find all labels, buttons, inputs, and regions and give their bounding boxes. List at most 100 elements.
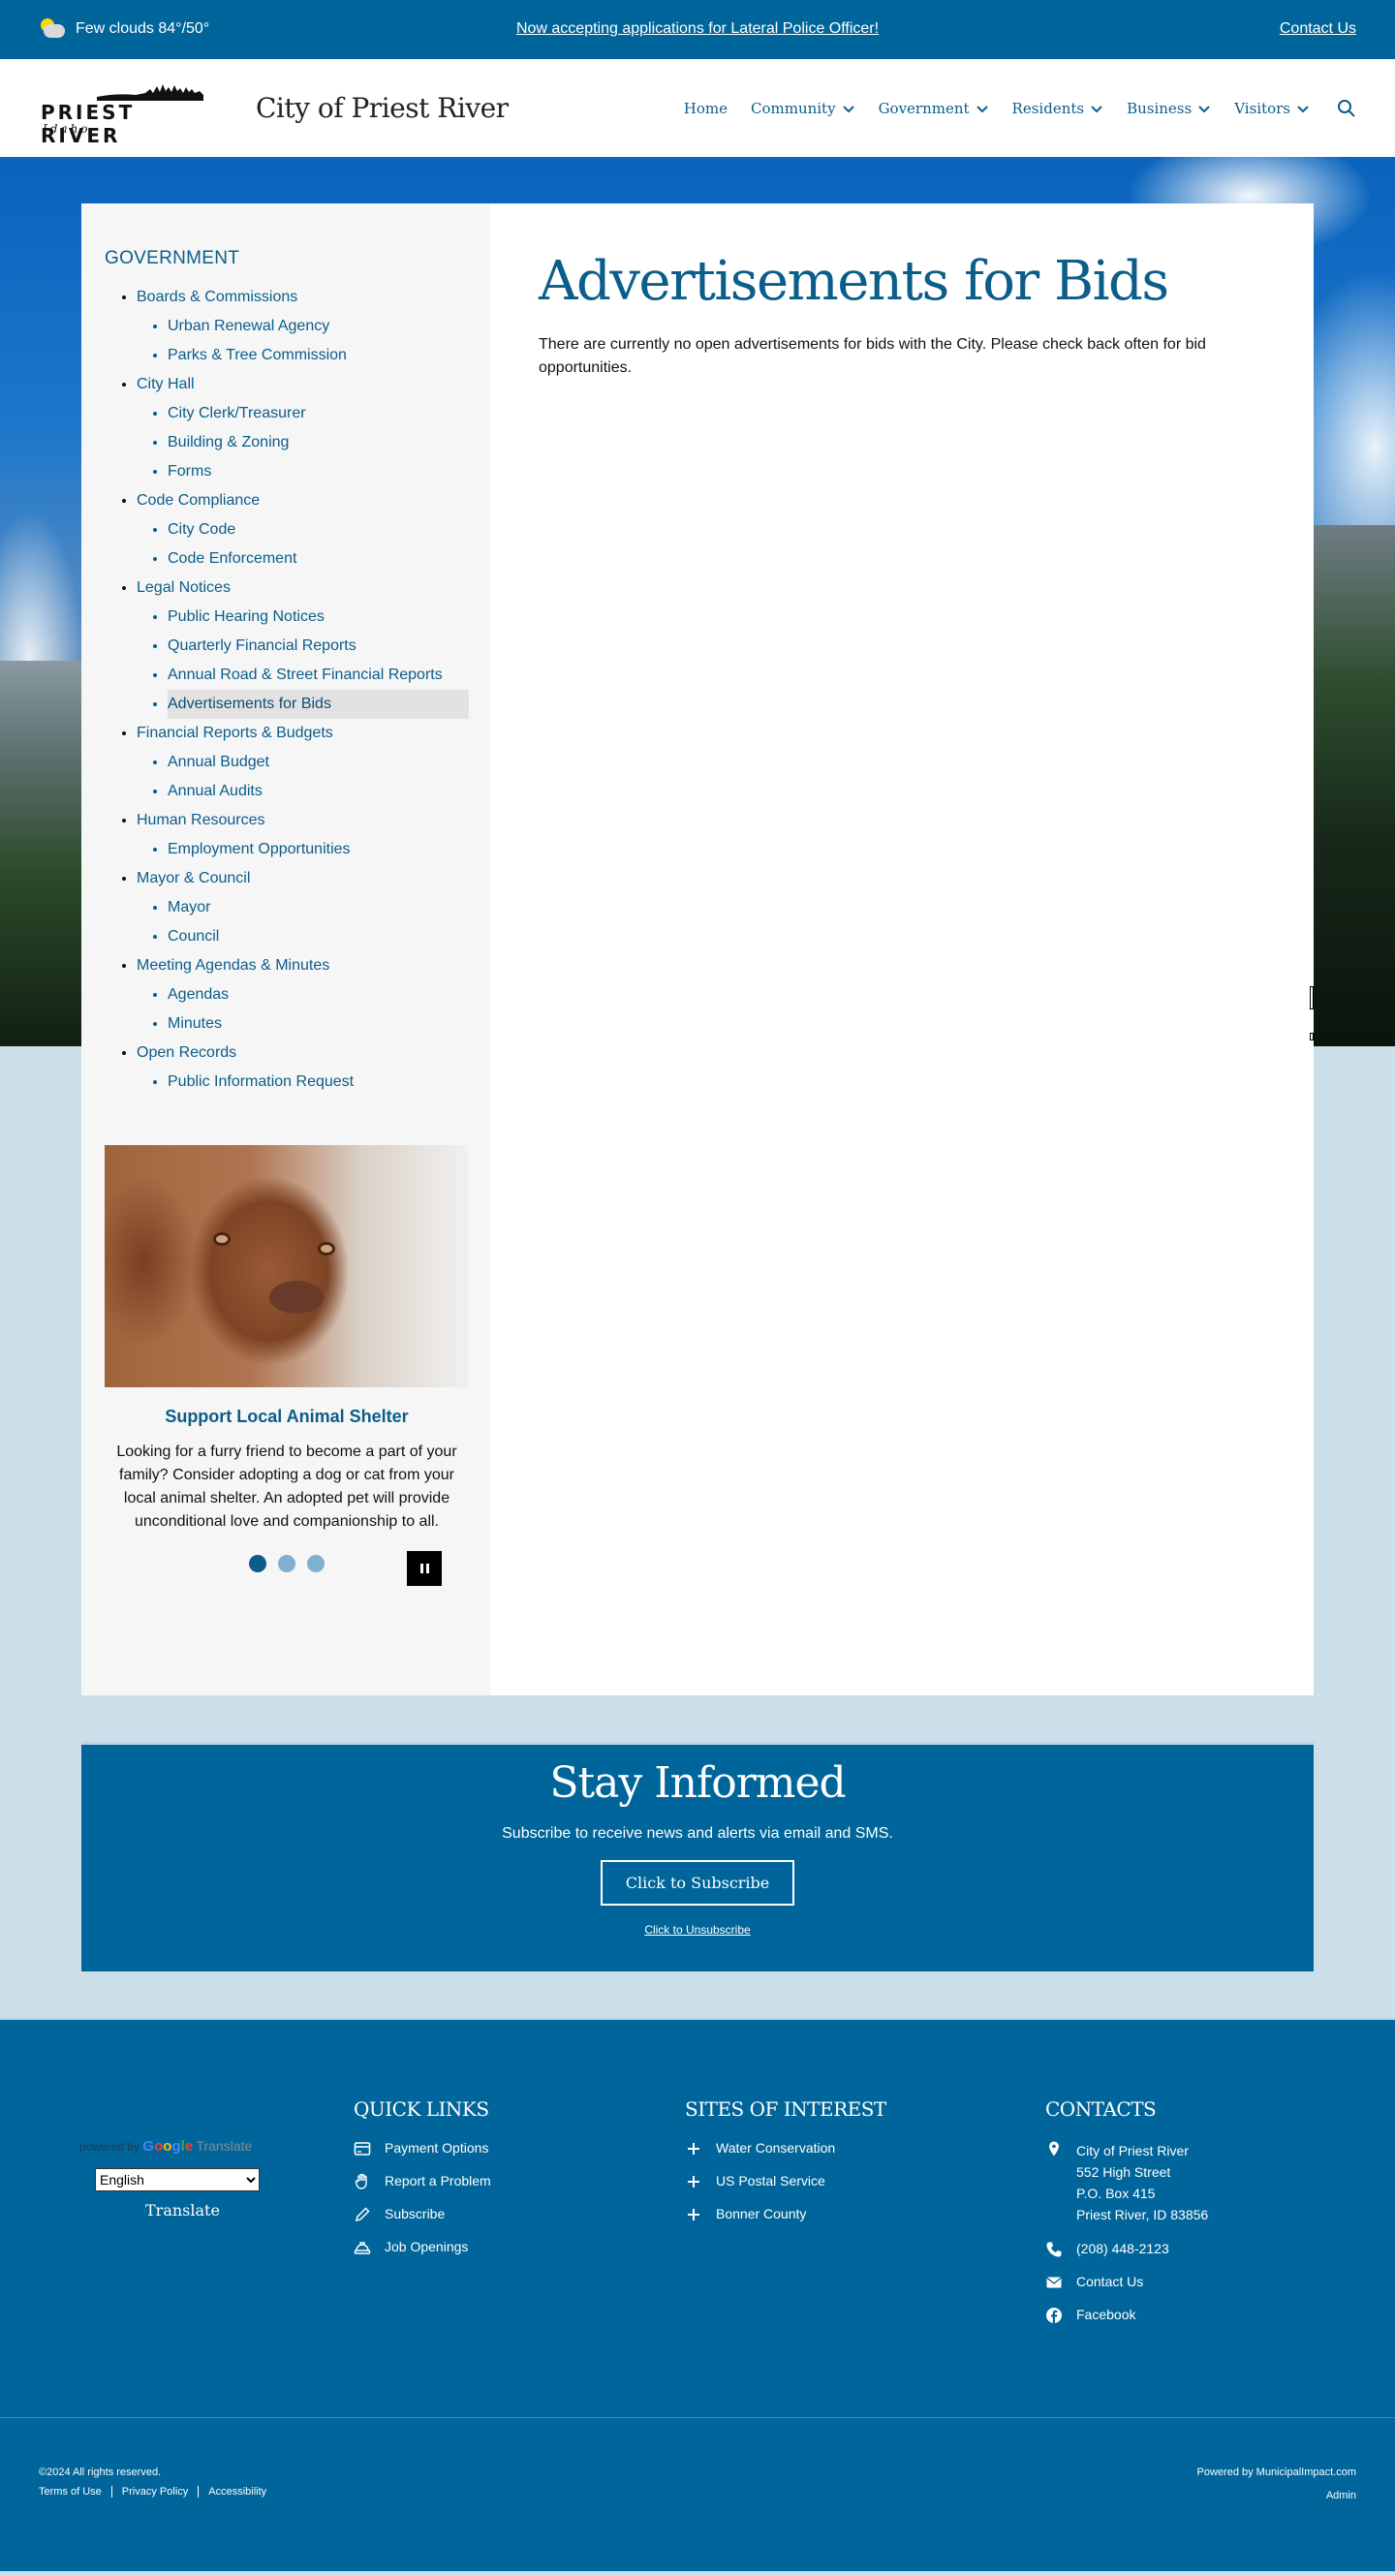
sidebar-title: GOVERNMENT bbox=[105, 248, 240, 268]
sidebar-sublink[interactable]: Annual Budget bbox=[168, 748, 469, 777]
stay-informed-section: Stay Informed Subscribe to receive news … bbox=[81, 1742, 1314, 1971]
nav-government[interactable]: Government bbox=[879, 100, 989, 117]
phone-icon bbox=[1046, 2242, 1062, 2257]
quick-link-report[interactable]: Report a Problem bbox=[354, 2173, 685, 2190]
sidebar-link[interactable]: Open Records bbox=[137, 1044, 236, 1061]
sidebar-link[interactable]: Code Compliance bbox=[137, 492, 260, 509]
nav-label: Community bbox=[750, 99, 836, 117]
sidebar-sublink[interactable]: Parks & Tree Commission bbox=[168, 341, 469, 370]
sidebar-sublink[interactable]: Code Enforcement bbox=[168, 544, 469, 574]
quick-link-payment[interactable]: Payment Options bbox=[354, 2140, 685, 2157]
sidebar-link[interactable]: Legal Notices bbox=[137, 579, 231, 596]
sidebar-link[interactable]: Boards & Commissions bbox=[137, 289, 297, 305]
link-label: Job Openings bbox=[385, 2239, 469, 2254]
sidebar-link[interactable]: Human Resources bbox=[137, 812, 265, 828]
sidebar-sublink[interactable]: Public Hearing Notices bbox=[168, 603, 469, 632]
sidebar-sublink[interactable]: Agendas bbox=[168, 980, 469, 1009]
sidebar-sublist: Employment Opportunities bbox=[137, 835, 469, 864]
promo-title[interactable]: Support Local Animal Shelter bbox=[105, 1407, 469, 1427]
sidebar-sublink[interactable]: Council bbox=[168, 922, 469, 951]
carousel-dot[interactable] bbox=[307, 1555, 325, 1572]
quick-links-title: QUICK LINKS bbox=[354, 2097, 489, 2121]
accessibility-link[interactable]: Accessibility bbox=[198, 2486, 276, 2498]
contact-us-link[interactable]: Contact Us bbox=[1280, 20, 1356, 38]
nav-business[interactable]: Business bbox=[1127, 100, 1211, 117]
pause-button[interactable] bbox=[407, 1551, 442, 1586]
terms-link[interactable]: Terms of Use bbox=[39, 2486, 111, 2498]
contact-email[interactable]: Contact Us bbox=[1045, 2274, 1356, 2291]
sidebar-sublink[interactable]: City Code bbox=[168, 515, 469, 544]
sidebar-sublink[interactable]: Minutes bbox=[168, 1009, 469, 1039]
carousel-dot[interactable] bbox=[278, 1555, 295, 1572]
chevron-down-icon bbox=[842, 105, 854, 112]
facebook-icon bbox=[1046, 2308, 1062, 2323]
search-icon[interactable] bbox=[1337, 99, 1356, 118]
translate-button[interactable]: Translate bbox=[145, 2201, 354, 2219]
nav-visitors[interactable]: Visitors bbox=[1234, 100, 1310, 117]
sidebar-section: Boards & Commissions Urban Renewal Agency… bbox=[137, 283, 469, 370]
carousel-dots bbox=[249, 1555, 325, 1572]
site-link-water-conservation[interactable]: Water Conservation bbox=[685, 2140, 1045, 2157]
contacts-title: CONTACTS bbox=[1045, 2097, 1157, 2121]
sidebar-sublink[interactable]: Quarterly Financial Reports bbox=[168, 632, 469, 661]
link-label: Bonner County bbox=[716, 2206, 807, 2221]
quick-link-jobs[interactable]: Job Openings bbox=[354, 2239, 685, 2256]
sidebar-link[interactable]: Meeting Agendas & Minutes bbox=[137, 957, 329, 974]
sidebar-link[interactable]: Mayor & Council bbox=[137, 870, 250, 886]
language-select[interactable]: English bbox=[95, 2168, 260, 2191]
main-nav: Home Community Government Residents Busi… bbox=[684, 99, 1356, 118]
envelope-icon bbox=[1046, 2277, 1062, 2288]
sidebar-sublink[interactable]: Mayor bbox=[168, 893, 469, 922]
nav-community[interactable]: Community bbox=[751, 100, 855, 117]
sidebar-subitem: Forms bbox=[168, 457, 469, 486]
admin-link[interactable]: Admin bbox=[1197, 2490, 1356, 2501]
site-link-usps[interactable]: US Postal Service bbox=[685, 2173, 1045, 2190]
nav-label: Home bbox=[683, 99, 728, 117]
alert-link[interactable]: Now accepting applications for Lateral P… bbox=[516, 20, 879, 38]
address-line: City of Priest River bbox=[1076, 2143, 1189, 2158]
address-line: 552 High Street bbox=[1076, 2164, 1171, 2180]
contact-facebook[interactable]: Facebook bbox=[1045, 2307, 1356, 2324]
sidebar-section: Financial Reports & Budgets Annual Budget… bbox=[137, 719, 469, 806]
sidebar-sublist: City CodeCode Enforcement bbox=[137, 515, 469, 574]
skyline-icon bbox=[97, 83, 203, 101]
sidebar-subitem: Annual Audits bbox=[168, 777, 469, 806]
sidebar-link-active[interactable]: Advertisements for Bids bbox=[168, 690, 469, 719]
sidebar-sublink[interactable]: Public Information Request bbox=[168, 1068, 469, 1097]
sidebar-section: City Hall City Clerk/TreasurerBuilding & … bbox=[137, 370, 469, 486]
site-header: PRIEST RIVER Idaho City of Priest River … bbox=[0, 58, 1395, 157]
pause-icon bbox=[419, 1564, 423, 1573]
sidebar-link[interactable]: Financial Reports & Budgets bbox=[137, 725, 333, 741]
sidebar-sublist: Public Hearing NoticesQuarterly Financia… bbox=[137, 603, 469, 719]
sidebar-sublink[interactable]: Urban Renewal Agency bbox=[168, 312, 469, 341]
site-logo[interactable]: PRIEST RIVER Idaho bbox=[39, 79, 213, 147]
sidebar-section: Legal Notices Public Hearing NoticesQuart… bbox=[137, 574, 469, 719]
quick-link-subscribe[interactable]: Subscribe bbox=[354, 2206, 685, 2223]
translate-widget: powered by Google Translate English Tran… bbox=[39, 2097, 354, 2340]
sidebar-sublist: MayorCouncil bbox=[137, 893, 469, 951]
subscribe-button[interactable]: Click to Subscribe bbox=[600, 1860, 795, 1906]
nav-residents[interactable]: Residents bbox=[1012, 100, 1104, 117]
page-title: Advertisements for Bids bbox=[539, 250, 1169, 313]
phone-number: (208) 448-2123 bbox=[1076, 2241, 1169, 2256]
sidebar-sublink[interactable]: Employment Opportunities bbox=[168, 835, 469, 864]
unsubscribe-link[interactable]: Click to Unsubscribe bbox=[81, 1923, 1314, 1937]
sidebar-sublink[interactable]: Forms bbox=[168, 457, 469, 486]
sidebar-sublink[interactable]: City Clerk/Treasurer bbox=[168, 399, 469, 428]
contact-phone[interactable]: (208) 448-2123 bbox=[1045, 2241, 1356, 2258]
sidebar-subitem: City Clerk/Treasurer bbox=[168, 399, 469, 428]
nav-home[interactable]: Home bbox=[684, 100, 728, 117]
site-title: City of Priest River bbox=[256, 92, 509, 124]
google-translate-attribution: powered by Google Translate bbox=[79, 2138, 354, 2155]
sidebar-sublink[interactable]: Annual Road & Street Financial Reports bbox=[168, 664, 469, 687]
powered-by-link[interactable]: Powered by MunicipalImpact.com bbox=[1197, 2467, 1356, 2478]
sidebar-sublink[interactable]: Building & Zoning bbox=[168, 428, 469, 457]
nav-label: Visitors bbox=[1234, 99, 1290, 117]
privacy-link[interactable]: Privacy Policy bbox=[110, 2486, 198, 2498]
site-link-bonner-county[interactable]: Bonner County bbox=[685, 2206, 1045, 2223]
sidebar-sublink[interactable]: Annual Audits bbox=[168, 777, 469, 806]
sidebar-link[interactable]: City Hall bbox=[137, 376, 195, 392]
sidebar-section: Code Compliance City CodeCode Enforcement bbox=[137, 486, 469, 574]
carousel-controls bbox=[105, 1551, 469, 1590]
carousel-dot[interactable] bbox=[249, 1555, 266, 1572]
